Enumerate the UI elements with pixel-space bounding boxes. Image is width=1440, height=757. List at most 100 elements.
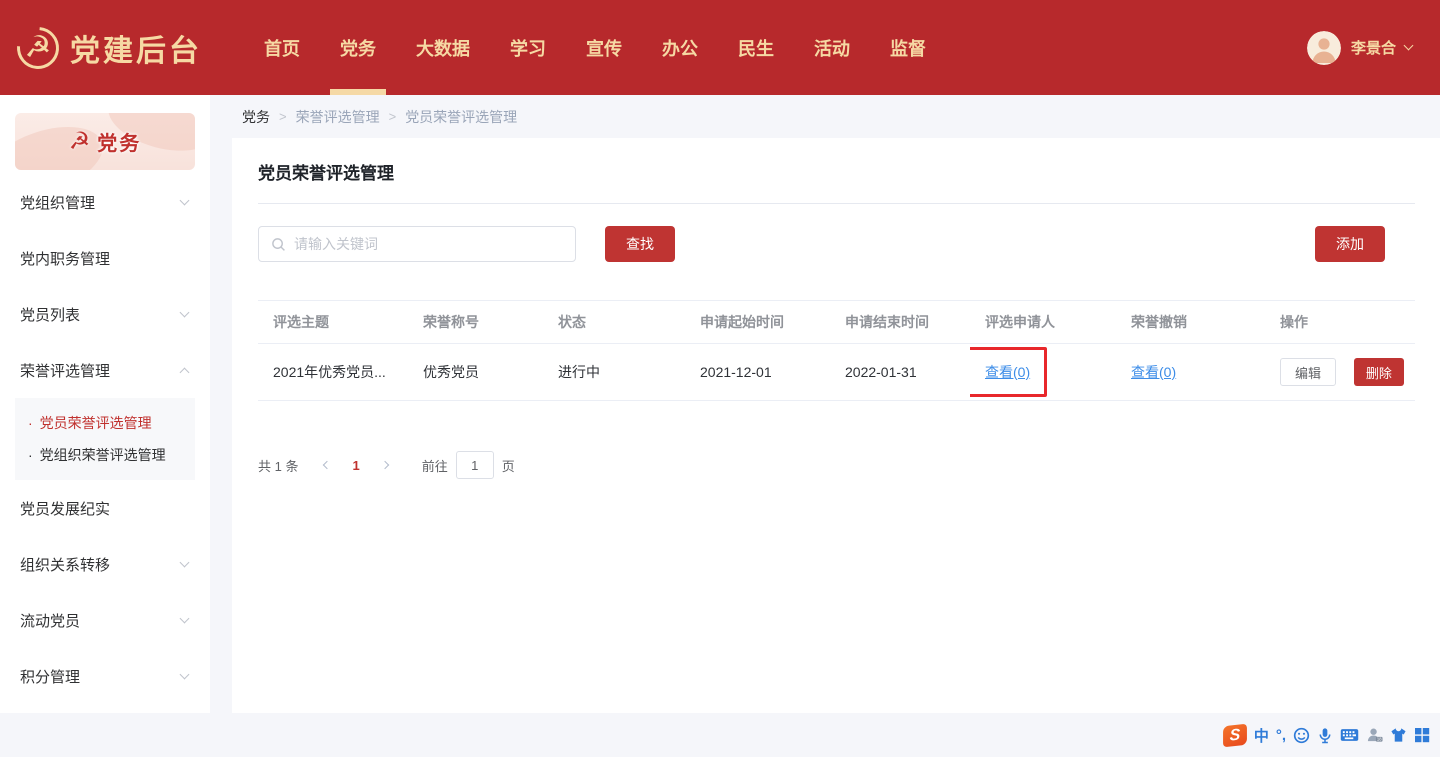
table-header-row: 评选主题 荣誉称号 状态 申请起始时间 申请结束时间 评选申请人 荣誉撤销 操作 xyxy=(258,301,1415,344)
chinese-mode-icon[interactable]: 中 xyxy=(1254,725,1269,746)
top-header: ☭ 党建后台 首页 党务 大数据 学习 宣传 办公 民生 活动 监督 李景合 xyxy=(0,0,1440,95)
punctuation-icon[interactable]: °, xyxy=(1276,727,1286,744)
col-header-honor-title: 荣誉称号 xyxy=(408,301,543,344)
edit-button[interactable]: 编辑 xyxy=(1280,358,1336,386)
search-box xyxy=(258,226,576,262)
next-page-button[interactable] xyxy=(370,462,400,468)
breadcrumb-item-current: 党员荣誉评选管理 xyxy=(405,107,517,127)
view-revoke-link[interactable]: 查看(0) xyxy=(1131,364,1176,380)
goto-page-input[interactable] xyxy=(456,451,494,479)
chevron-down-icon xyxy=(180,195,190,205)
cell-status: 进行中 xyxy=(543,344,685,401)
app-logo: ☭ 党建后台 xyxy=(16,26,202,70)
app-window: ☭ 党建后台 首页 党务 大数据 学习 宣传 办公 民生 活动 监督 李景合 xyxy=(0,0,1440,757)
search-icon xyxy=(271,237,286,252)
chevron-left-icon xyxy=(323,461,331,469)
pagination: 共 1 条 1 前往 页 xyxy=(258,451,1415,479)
content-card: 党员荣誉评选管理 查找 添加 xyxy=(232,138,1440,713)
col-header-applicants: 评选申请人 xyxy=(970,301,1116,344)
sidebar-subitem-org-honor[interactable]: · 党组织荣誉评选管理 xyxy=(15,439,195,471)
col-header-end-time: 申请结束时间 xyxy=(830,301,970,344)
nav-item-party-affairs[interactable]: 党务 xyxy=(320,0,396,95)
nav-item-publicity[interactable]: 宣传 xyxy=(566,0,642,95)
sidebar-item-org-management[interactable]: 党组织管理 xyxy=(0,174,210,230)
nav-item-supervision[interactable]: 监督 xyxy=(870,0,946,95)
breadcrumb-item[interactable]: 荣誉评选管理 xyxy=(296,107,380,127)
nav-item-office[interactable]: 办公 xyxy=(642,0,718,95)
cell-start-time: 2021-12-01 xyxy=(685,344,830,401)
party-emblem-icon: ☭ xyxy=(69,127,91,156)
sidebar-item-relation-transfer[interactable]: 组织关系转移 xyxy=(0,536,210,592)
chevron-down-icon xyxy=(180,613,190,623)
honor-selection-table: 评选主题 荣誉称号 状态 申请起始时间 申请结束时间 评选申请人 荣誉撤销 操作 xyxy=(258,300,1415,401)
cell-actions: 编辑 删除 xyxy=(1265,344,1415,401)
nav-item-livelihood[interactable]: 民生 xyxy=(718,0,794,95)
sogou-account-icon[interactable]: 18 xyxy=(1366,727,1383,743)
col-header-actions: 操作 xyxy=(1265,301,1415,344)
breadcrumb-separator: > xyxy=(389,109,397,124)
party-emblem-icon: ☭ xyxy=(16,26,60,70)
chevron-down-icon xyxy=(180,307,190,317)
sidebar-item-points-management[interactable]: 积分管理 xyxy=(0,648,210,704)
col-header-topic: 评选主题 xyxy=(258,301,408,344)
delete-button[interactable]: 删除 xyxy=(1354,358,1404,386)
breadcrumb: 党务 > 荣誉评选管理 > 党员荣誉评选管理 xyxy=(232,95,1440,138)
chevron-down-icon xyxy=(180,669,190,679)
soft-keyboard-icon[interactable] xyxy=(1340,728,1359,742)
nav-item-home[interactable]: 首页 xyxy=(244,0,320,95)
view-applicants-link[interactable]: 查看(0) xyxy=(985,364,1030,380)
emoji-icon[interactable] xyxy=(1293,727,1310,744)
sidebar-item-party-positions[interactable]: 党内职务管理 xyxy=(0,230,210,286)
chevron-up-icon xyxy=(180,367,190,377)
page-title-row: 党员荣誉评选管理 xyxy=(258,138,1415,204)
user-menu[interactable]: 李景合 xyxy=(1307,31,1412,65)
toolbar: 查找 添加 xyxy=(258,226,1415,262)
cell-applicants: 查看(0) xyxy=(970,344,1116,401)
voice-input-icon[interactable] xyxy=(1317,727,1333,744)
page-title: 党员荣誉评选管理 xyxy=(258,159,1415,184)
sidebar-subitem-member-honor[interactable]: · 党员荣誉评选管理 xyxy=(15,407,195,439)
sidebar-item-member-list[interactable]: 党员列表 xyxy=(0,286,210,342)
table-row: 2021年优秀党员... 优秀党员 进行中 2021-12-01 2022-01… xyxy=(258,344,1415,401)
chevron-right-icon xyxy=(380,461,388,469)
cell-revoke: 查看(0) xyxy=(1116,344,1265,401)
ime-toolbar: S 中 °, 18 xyxy=(1223,713,1434,757)
search-input[interactable] xyxy=(294,236,563,252)
app-logo-text: 党建后台 xyxy=(70,26,202,70)
main-area: 党务 > 荣誉评选管理 > 党员荣誉评选管理 党员荣誉评选管理 xyxy=(232,95,1440,713)
breadcrumb-separator: > xyxy=(279,109,287,124)
prev-page-button[interactable] xyxy=(312,462,342,468)
nav-item-study[interactable]: 学习 xyxy=(490,0,566,95)
honor-selection-submenu: · 党员荣誉评选管理 · 党组织荣誉评选管理 xyxy=(15,398,195,480)
breadcrumb-item[interactable]: 党务 xyxy=(242,107,270,127)
col-header-status: 状态 xyxy=(543,301,685,344)
add-button[interactable]: 添加 xyxy=(1315,226,1385,262)
col-header-revoke: 荣誉撤销 xyxy=(1116,301,1265,344)
cell-end-time: 2022-01-31 xyxy=(830,344,970,401)
chevron-down-icon xyxy=(180,557,190,567)
account-badge: 18 xyxy=(1377,737,1382,742)
current-page-number[interactable]: 1 xyxy=(352,458,359,473)
col-header-start-time: 申请起始时间 xyxy=(685,301,830,344)
sidebar: ☭ 党务 党组织管理 党内职务管理 党员列表 荣誉评选管理 xyxy=(0,95,210,713)
search-button[interactable]: 查找 xyxy=(605,226,675,262)
top-nav: 首页 党务 大数据 学习 宣传 办公 民生 活动 监督 xyxy=(244,0,946,95)
nav-item-activities[interactable]: 活动 xyxy=(794,0,870,95)
chevron-down-icon xyxy=(1404,41,1414,51)
user-avatar xyxy=(1307,31,1341,65)
pagination-total: 共 1 条 xyxy=(258,456,298,475)
sidebar-item-honor-selection[interactable]: 荣誉评选管理 xyxy=(0,342,210,398)
sidebar-item-mobile-members[interactable]: 流动党员 xyxy=(0,592,210,648)
cell-honor-title: 优秀党员 xyxy=(408,344,543,401)
sidebar-menu: 党组织管理 党内职务管理 党员列表 荣誉评选管理 · 党员荣 xyxy=(0,174,210,704)
user-name: 李景合 xyxy=(1351,37,1396,58)
goto-page-label: 前往 xyxy=(422,456,448,475)
nav-item-big-data[interactable]: 大数据 xyxy=(396,0,490,95)
sidebar-item-member-development[interactable]: 党员发展纪实 xyxy=(0,480,210,536)
sogou-logo-icon[interactable]: S xyxy=(1223,723,1247,747)
skin-icon[interactable] xyxy=(1390,727,1407,743)
sidebar-banner-label: 党务 xyxy=(97,127,141,156)
sidebar-banner: ☭ 党务 xyxy=(15,113,195,170)
cell-topic: 2021年优秀党员... xyxy=(258,344,408,401)
toolbox-icon[interactable] xyxy=(1414,727,1430,743)
